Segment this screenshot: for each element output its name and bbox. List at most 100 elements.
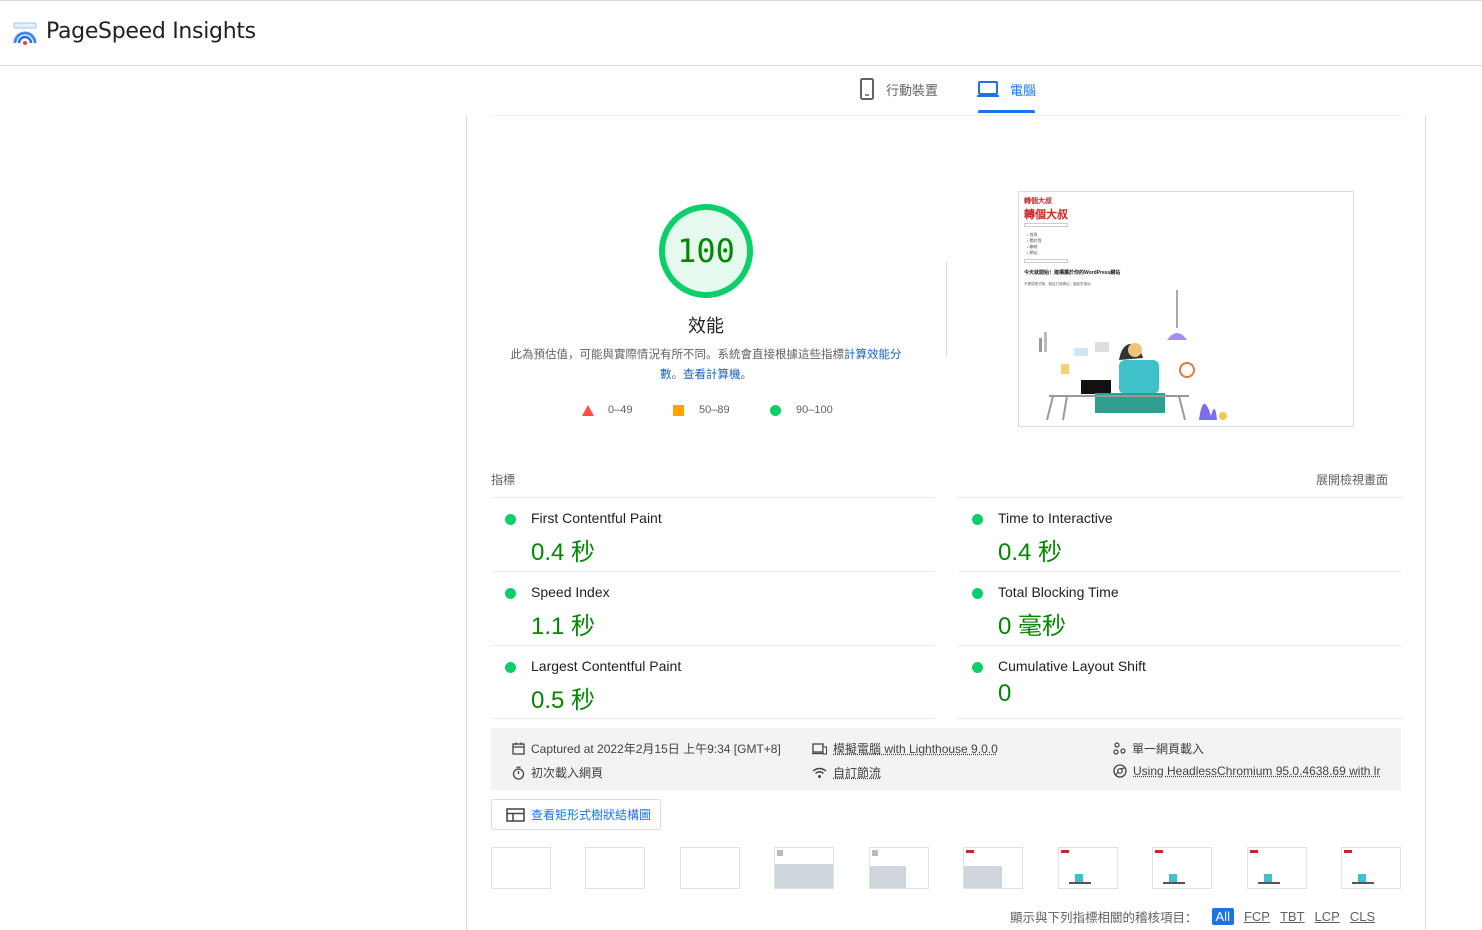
- initial-load-text: 初次載入網頁: [531, 766, 604, 780]
- devices-icon: [812, 742, 827, 755]
- filmstrip-frame-7: [1058, 847, 1118, 889]
- filmstrip-frame-9: [1247, 847, 1307, 889]
- emulated-text: 模擬電腦 with Lighthouse 9.0.0: [833, 742, 998, 756]
- treemap-button-label: 查看矩形式樹狀結構圖: [531, 808, 652, 822]
- filmstrip-frame-1: [491, 847, 551, 889]
- performance-score-label: 效能: [688, 316, 724, 336]
- filmstrip-frame-6: [963, 847, 1023, 889]
- metric-value: 0.4 秒: [998, 539, 1063, 566]
- divider: [490, 115, 1402, 116]
- screenshot-body: 不需寫程式碼，輕鬆打造網站，讓創意落地: [1024, 282, 1091, 286]
- metric-name: Time to Interactive: [998, 510, 1113, 526]
- screenshot-nav: • 首頁 • 關於我 • 聯絡 • 網站: [1027, 232, 1042, 256]
- smartphone-icon: [860, 78, 874, 100]
- timer-icon: [512, 766, 525, 780]
- screenshot-logo-small: 轉個大叔: [1024, 198, 1052, 205]
- legend-average: 50–89: [673, 404, 730, 416]
- top-app-bar: PageSpeed Insights: [0, 0, 1482, 66]
- metric-name: Total Blocking Time: [998, 584, 1119, 600]
- metric-tbt: Total Blocking Time 0 毫秒: [958, 571, 1402, 645]
- score-description: 此為預估值，可能與實際情況有所不同。系統會直接根據這些指標計算效能分數。查看計算…: [500, 345, 912, 385]
- metric-si: Speed Index 1.1 秒: [491, 571, 935, 645]
- metric-name: Speed Index: [531, 584, 610, 600]
- legend-fail-range: 0–49: [608, 404, 633, 416]
- pass-circle-icon: [505, 588, 516, 599]
- filter-chip-all[interactable]: All: [1211, 908, 1234, 925]
- pass-circle-icon: [505, 662, 516, 673]
- view-treemap-button[interactable]: 查看矩形式樹狀結構圖: [491, 799, 661, 830]
- metric-value: 0.4 秒: [531, 539, 596, 566]
- legend-pass-range: 90–100: [796, 404, 833, 416]
- active-tab-indicator: [978, 110, 1035, 113]
- metric-value: 0 毫秒: [998, 613, 1067, 640]
- nodes-icon: [1113, 742, 1126, 755]
- pagespeed-logo-icon[interactable]: [12, 21, 38, 47]
- metric-name: Largest Contentful Paint: [531, 658, 682, 674]
- audit-filter: 顯示與下列指標相關的稽核項目： All FCP TBT LCP CLS: [1010, 907, 1375, 926]
- screenshot-illustration: [1039, 290, 1227, 421]
- pass-circle-icon: [972, 514, 983, 525]
- screenshot-nav-item: • 網站: [1027, 250, 1038, 255]
- description-separator: 。: [671, 369, 684, 381]
- tab-mobile-label: 行動裝置: [886, 82, 939, 98]
- captured-text: Captured at 2022年2月15日 上午9:34 [GMT+8]: [531, 742, 781, 756]
- triangle-icon: [582, 404, 594, 416]
- legend-average-range: 50–89: [699, 404, 730, 416]
- initial-page-load: 初次載入網頁: [512, 764, 603, 781]
- browser-info[interactable]: Using HeadlessChromium 95.0.4638.69 with…: [1113, 764, 1380, 778]
- captured-at: Captured at 2022年2月15日 上午9:34 [GMT+8]: [512, 740, 781, 757]
- vertical-divider: [946, 262, 947, 357]
- metric-value: 1.1 秒: [531, 613, 596, 640]
- metric-fcp: First Contentful Paint 0.4 秒: [491, 497, 935, 571]
- divider: [491, 718, 935, 719]
- screenshot-search: [1024, 223, 1068, 227]
- metric-name: Cumulative Layout Shift: [998, 658, 1146, 674]
- calendar-icon: [512, 742, 525, 755]
- filmstrip-frame-2: [585, 847, 645, 889]
- screenshot-headline: 今天就開始！建構屬於你的WordPress網站: [1024, 270, 1121, 276]
- expand-view-toggle[interactable]: 展開檢視畫面: [1316, 471, 1388, 488]
- filter-chip-cls[interactable]: CLS: [1350, 909, 1375, 924]
- divider: [958, 718, 1402, 719]
- legend-pass: 90–100: [770, 404, 833, 416]
- tab-desktop-label: 電腦: [1010, 82, 1037, 98]
- filter-chip-fcp[interactable]: FCP: [1244, 909, 1270, 924]
- wifi-icon: [812, 767, 827, 778]
- filter-chip-lcp[interactable]: LCP: [1315, 909, 1340, 924]
- description-suffix: 。: [740, 369, 753, 381]
- filmstrip-frame-4: [774, 847, 834, 889]
- pass-circle-icon: [505, 514, 516, 525]
- throttling-text: 自訂節流: [833, 766, 882, 780]
- tab-desktop[interactable]: 電腦: [976, 68, 1036, 110]
- metric-name: First Contentful Paint: [531, 510, 662, 526]
- metric-tti: Time to Interactive 0.4 秒: [958, 497, 1402, 571]
- pass-circle-icon: [972, 662, 983, 673]
- single-page-load: 單一網頁載入: [1113, 740, 1204, 757]
- pass-circle-icon: [972, 588, 983, 599]
- metrics-header: 指標: [491, 473, 516, 487]
- screenshot-site-name: 轉個大叔: [1024, 209, 1068, 221]
- calculator-link[interactable]: 查看計算機: [683, 369, 741, 381]
- metric-value: 0.5 秒: [531, 687, 596, 714]
- custom-throttling[interactable]: 自訂節流: [812, 764, 881, 781]
- emulated-device[interactable]: 模擬電腦 with Lighthouse 9.0.0: [812, 740, 998, 757]
- treemap-icon: [506, 807, 525, 822]
- filmstrip-frame-10: [1341, 847, 1401, 889]
- metric-cls: Cumulative Layout Shift 0: [958, 645, 1402, 719]
- screenshot-input: [1024, 259, 1068, 263]
- final-screenshot[interactable]: 轉個大叔 轉個大叔 • 首頁 • 關於我 • 聯絡 • 網站 今天就開始！建構屬…: [1018, 191, 1354, 427]
- chrome-icon: [1113, 764, 1127, 778]
- metric-value: 0: [998, 680, 1012, 707]
- metric-lcp: Largest Contentful Paint 0.5 秒: [491, 645, 935, 719]
- tab-mobile[interactable]: 行動裝置: [858, 68, 938, 110]
- app-title[interactable]: PageSpeed Insights: [46, 19, 256, 44]
- square-icon: [673, 404, 684, 416]
- runtime-settings-bar: [491, 728, 1401, 790]
- legend-fail: 0–49: [582, 404, 632, 416]
- single-load-text: 單一網頁載入: [1132, 742, 1205, 756]
- filter-chip-tbt[interactable]: TBT: [1280, 909, 1305, 924]
- description-text: 此為預估值，可能與實際情況有所不同。系統會直接根據這些指標: [510, 349, 845, 361]
- filmstrip-frame-5: [869, 847, 929, 889]
- filmstrip-frame-3: [680, 847, 740, 889]
- laptop-icon: [977, 81, 999, 97]
